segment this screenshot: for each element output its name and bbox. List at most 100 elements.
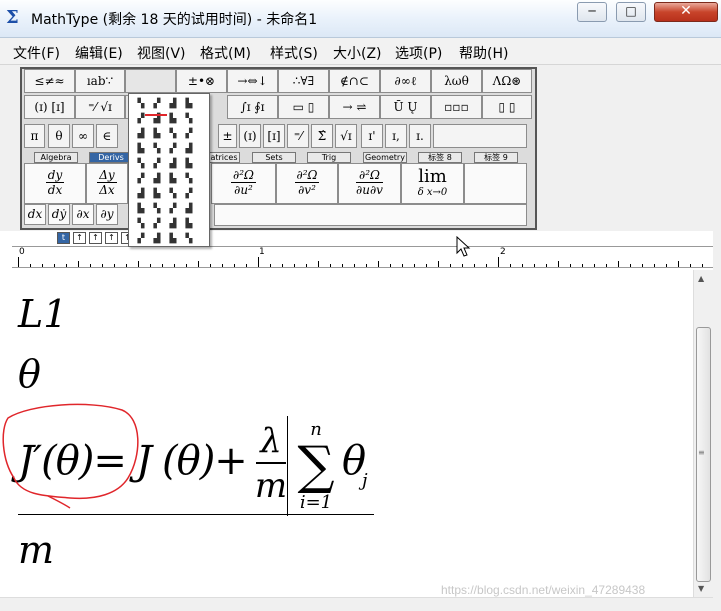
subscript-template-button[interactable]: ɪ,: [385, 124, 407, 148]
labeled-arrows-palette-button[interactable]: → ⇌: [329, 95, 380, 119]
palette-template-cell[interactable]: ▙: [167, 173, 179, 185]
equation-line-theta[interactable]: θ: [18, 352, 41, 396]
partial-y-button[interactable]: ∂y: [96, 204, 118, 225]
matrix-2-palette-button[interactable]: ▯ ▯: [482, 95, 532, 119]
tab-label-9[interactable]: 标签 9: [474, 152, 518, 163]
palette-template-cell[interactable]: ▙: [135, 203, 147, 215]
pi-symbol-button[interactable]: π: [24, 124, 45, 148]
equation-line-l1[interactable]: L1: [18, 292, 67, 336]
tab-geometry[interactable]: Geometry: [363, 152, 407, 163]
palette-template-cell[interactable]: ▟: [151, 173, 163, 185]
palette-template-cell[interactable]: ▚: [167, 128, 179, 140]
d2-dudv-template-button[interactable]: ∂²Ω ∂u∂v: [338, 163, 401, 204]
matrix-palette-button[interactable]: ▫▫▫: [431, 95, 482, 119]
operators-palette-button[interactable]: ±•⊗: [176, 69, 227, 93]
palette-template-cell[interactable]: ▙: [183, 158, 195, 170]
summation-template-button[interactable]: Σ̂: [311, 124, 333, 148]
palette-template-cell[interactable]: ▚: [135, 218, 147, 230]
menu-help[interactable]: 帮助(H): [459, 43, 508, 63]
d2-du2-template-button[interactable]: ∂²Ω ∂u²: [211, 163, 276, 204]
palette-template-cell[interactable]: ▚: [135, 158, 147, 170]
sub-superscript-template-button[interactable]: ɪ.: [409, 124, 431, 148]
palette-template-cell[interactable]: ▞: [151, 98, 163, 110]
limit-template-button[interactable]: lim δ x→0: [401, 163, 464, 204]
menu-file[interactable]: 文件(F): [13, 43, 60, 63]
minimize-button[interactable]: ─: [577, 2, 607, 22]
palette-template-cell[interactable]: ▙: [135, 143, 147, 155]
palette-template-cell[interactable]: ▙: [167, 113, 179, 125]
brackets-template-button[interactable]: [ɪ]: [263, 124, 285, 148]
menu-edit[interactable]: 编辑(E): [75, 43, 123, 63]
palette-template-cell[interactable]: ▚: [167, 188, 179, 200]
menu-options[interactable]: 选项(P): [395, 43, 442, 63]
relations-palette-button[interactable]: ≤≠≈: [24, 69, 75, 93]
palette-template-cell[interactable]: ▟: [151, 233, 163, 245]
menu-format[interactable]: 格式(M): [200, 43, 251, 63]
palette-template-cell[interactable]: ▞: [183, 128, 195, 140]
equation-line-m[interactable]: m: [18, 528, 54, 572]
palette-template-cell[interactable]: ▚: [183, 113, 195, 125]
palette-template-cell[interactable]: ▚: [183, 233, 195, 245]
maximize-button[interactable]: □: [616, 2, 646, 22]
palette-template-cell[interactable]: ▟: [135, 188, 147, 200]
close-button[interactable]: ✕: [654, 2, 718, 22]
plus-minus-symbol-button[interactable]: ±: [218, 124, 237, 148]
menu-size[interactable]: 大小(Z): [333, 43, 382, 63]
greek-upper-palette-button[interactable]: ΛΩ⊛: [482, 69, 532, 93]
palette-template-cell[interactable]: ▟: [167, 158, 179, 170]
tab-trig[interactable]: Trig: [307, 152, 351, 163]
element-of-symbol-button[interactable]: ∈: [96, 124, 118, 148]
superscript-template-button[interactable]: ɪ': [361, 124, 383, 148]
products-palette-button[interactable]: Ū Ų: [380, 95, 431, 119]
palette-template-cell[interactable]: ▟: [135, 128, 147, 140]
tab-sets[interactable]: Sets: [252, 152, 296, 163]
palette-template-cell[interactable]: ▟: [183, 143, 195, 155]
palette-template-cell[interactable]: ▟: [167, 98, 179, 110]
size-button-2[interactable]: ↑: [89, 232, 102, 244]
palette-template-cell[interactable]: ▞: [151, 158, 163, 170]
palette-template-cell[interactable]: ▞: [167, 143, 179, 155]
palette-template-cell[interactable]: ▙: [167, 233, 179, 245]
logic-palette-button[interactable]: ∴∀∃: [278, 69, 329, 93]
greek-lower-palette-button[interactable]: λωθ: [431, 69, 482, 93]
fences-palette-button[interactable]: (ɪ) [ɪ]: [24, 95, 75, 119]
integrals-palette-button[interactable]: ∫ɪ ∮ɪ: [227, 95, 278, 119]
palette-template-cell[interactable]: ▞: [135, 233, 147, 245]
dy-dot-button[interactable]: dẏ: [48, 204, 70, 225]
tab-derivs[interactable]: Derivs: [89, 152, 133, 163]
summation[interactable]: n ∑ i=1: [292, 420, 340, 514]
palette-template-cell[interactable]: ▞: [167, 203, 179, 215]
lambda-over-m-fraction[interactable]: λ m: [254, 420, 288, 508]
dy-dx-template-button[interactable]: dy dx: [24, 163, 86, 204]
fractions-palette-button[interactable]: ⁼⁄ √ɪ: [75, 95, 125, 119]
delta-y-delta-x-template-button[interactable]: Δy Δx: [86, 163, 128, 204]
palette-template-cell[interactable]: ▙: [151, 128, 163, 140]
palette-template-cell[interactable]: ▟: [167, 218, 179, 230]
vertical-scrollbar[interactable]: ▲ ≡ ▼: [693, 270, 713, 597]
dx-button[interactable]: dx: [24, 204, 46, 225]
menu-style[interactable]: 样式(S): [270, 43, 318, 63]
subscript-dropdown-palette[interactable]: ▚ ▞ ▟ ▙ ▞ ▟ ▙ ▚ ▟ ▙ ▚ ▞ ▙ ▚ ▞ ▟ ▚ ▞ ▟ ▙ ▞ ▟ ▙ ▚ ▟ ▙ ▚ ▞ ▙ ▚ ▞ ▟ ▚ ▞ ▟ ▙ ▞ ▟ ▙ ▚: [128, 93, 210, 247]
size-button-t[interactable]: t: [57, 232, 70, 244]
boxes-palette-button[interactable]: ▭ ▯: [278, 95, 329, 119]
tab-label-8[interactable]: 标签 8: [418, 152, 462, 163]
equation-rhs-theta[interactable]: (θ)+: [162, 438, 248, 484]
palette-template-cell[interactable]: ▞: [135, 173, 147, 185]
arrows-palette-button[interactable]: →⇔↓: [227, 69, 278, 93]
horizontal-scrollbar[interactable]: [0, 597, 721, 611]
embellishments-palette-button[interactable]: [125, 69, 176, 93]
scroll-down-arrow-icon[interactable]: ▼: [698, 584, 704, 593]
partial-x-button[interactable]: ∂x: [72, 204, 94, 225]
palette-template-cell[interactable]: ▚: [183, 173, 195, 185]
palette-template-cell[interactable]: ▚: [151, 203, 163, 215]
infinity-symbol-button[interactable]: ∞: [72, 124, 94, 148]
size-button-3[interactable]: ↑: [105, 232, 118, 244]
palette-template-cell[interactable]: ▞: [151, 218, 163, 230]
palette-template-cell[interactable]: ▙: [183, 98, 195, 110]
parentheses-template-button[interactable]: (ɪ): [239, 124, 261, 148]
palette-template-cell[interactable]: ▚: [135, 98, 147, 110]
misc-symbols-palette-button[interactable]: ∂∞ℓ: [380, 69, 431, 93]
theta-symbol-button[interactable]: θ: [48, 124, 70, 148]
palette-template-cell[interactable]: ▚: [151, 143, 163, 155]
palette-template-cell[interactable]: ▙: [151, 188, 163, 200]
